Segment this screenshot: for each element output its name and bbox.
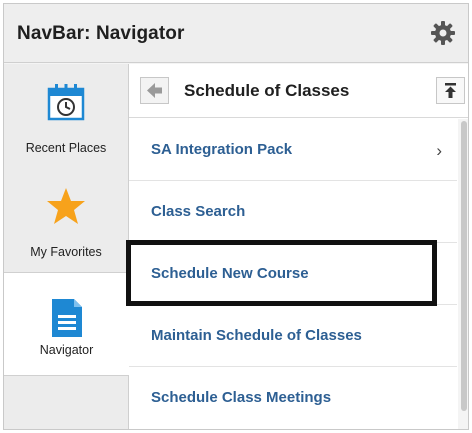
content-header: Schedule of Classes [129,64,468,118]
navbar-title-bar: NavBar: Navigator [4,4,468,63]
calendar-clock-icon [46,82,86,125]
rail-item-navigator[interactable]: Navigator [4,272,129,376]
list-item-label: Schedule New Course [151,265,309,282]
scroll-to-top-button[interactable] [436,77,465,104]
navbar-title: NavBar: Navigator [17,23,185,44]
navigator-content: Schedule of Classes SA Integration Pack … [129,64,468,429]
back-button[interactable] [140,77,169,104]
left-rail: Recent Places My Favorites Navigator [4,64,129,429]
gear-icon[interactable] [430,20,456,46]
list-item-class-search[interactable]: Class Search [129,181,457,243]
list-item-label: Maintain Schedule of Classes [151,327,362,344]
scrollbar[interactable] [458,119,468,429]
rail-label-recent-places: Recent Places [25,141,107,155]
scrollbar-thumb[interactable] [461,121,467,411]
star-icon [46,186,86,229]
back-arrow-icon [147,83,162,98]
list-item-sa-integration-pack[interactable]: SA Integration Pack › [129,119,457,181]
rail-label-navigator: Navigator [39,343,94,357]
list-item-schedule-class-meetings[interactable]: Schedule Class Meetings [129,367,457,429]
rail-item-recent-places[interactable]: Recent Places [4,64,128,168]
list-item-maintain-schedule-of-classes[interactable]: Maintain Schedule of Classes [129,305,457,367]
list-item-label: Class Search [151,203,246,220]
rail-item-my-favorites[interactable]: My Favorites [4,168,128,272]
content-header-title: Schedule of Classes [184,81,350,100]
list-item-label: SA Integration Pack [151,141,293,158]
list-item-schedule-new-course[interactable]: Schedule New Course [129,243,457,305]
list-item-label: Schedule Class Meetings [151,389,332,406]
navigator-list: SA Integration Pack › Class Search Sched… [129,119,457,429]
scroll-top-icon [445,83,456,98]
chevron-right-icon: › [436,141,442,160]
rail-label-my-favorites: My Favorites [30,245,102,259]
navbar-panel: NavBar: Navigator Recent Places My Favor… [3,3,469,430]
document-icon [50,297,84,342]
